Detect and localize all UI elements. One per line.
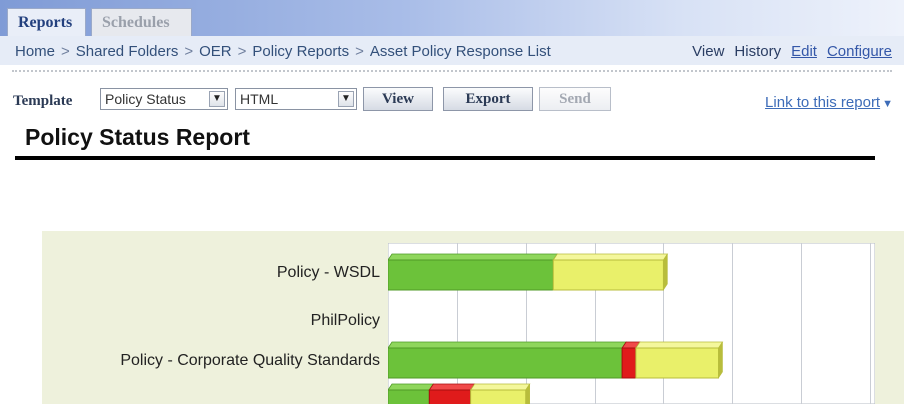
breadcrumb-separator: > <box>61 43 70 60</box>
bar <box>428 389 472 404</box>
breadcrumb-oer[interactable]: OER <box>199 43 232 60</box>
bar-side <box>718 341 723 379</box>
page-title: Policy Status Report <box>25 124 250 150</box>
chevron-down-icon[interactable]: ▼ <box>338 91 354 107</box>
breadcrumb-separator: > <box>355 43 364 60</box>
breadcrumb-current: Asset Policy Response List <box>369 43 551 60</box>
bar-top <box>388 383 435 391</box>
template-select-value: Policy Status <box>105 91 186 107</box>
link-to-report[interactable]: Link to this report ▼ <box>765 94 893 111</box>
export-button[interactable]: Export <box>443 87 533 111</box>
send-button[interactable]: Send <box>539 87 611 111</box>
policy-status-chart <box>388 243 875 404</box>
breadcrumb-shared-folders[interactable]: Shared Folders <box>76 43 179 60</box>
format-select[interactable]: HTML ▼ <box>235 88 357 110</box>
bar <box>388 259 554 291</box>
template-select[interactable]: Policy Status ▼ <box>100 88 228 110</box>
title-rule <box>15 156 875 160</box>
category-label: Policy - Corporate Quality Standards <box>120 352 380 369</box>
breadcrumb: Home > Shared Folders > OER > Policy Reports > A… <box>15 43 551 60</box>
tab-reports[interactable]: Reports <box>7 8 86 36</box>
bar <box>388 389 430 404</box>
configure-link[interactable]: Configure <box>827 43 892 60</box>
breadcrumb-policy-reports[interactable]: Policy Reports <box>252 43 349 60</box>
bar-top <box>428 383 476 391</box>
link-to-report-label[interactable]: Link to this report <box>765 94 880 111</box>
caret-down-icon[interactable]: ▼ <box>882 98 893 110</box>
tab-bar: Reports Schedules <box>0 0 904 36</box>
bar-top <box>388 253 559 261</box>
format-select-value: HTML <box>240 91 279 107</box>
category-label: PhilPolicy <box>310 312 380 329</box>
history-action[interactable]: History <box>734 43 781 60</box>
bar <box>388 347 623 379</box>
template-label: Template <box>13 93 73 109</box>
view-button[interactable]: View <box>363 87 433 111</box>
view-action: View <box>692 43 725 60</box>
report-actions: View History Edit Configure <box>682 43 892 60</box>
chevron-down-icon[interactable]: ▼ <box>209 91 225 107</box>
bar-top <box>388 341 627 349</box>
category-label: Policy - WSDL <box>276 264 380 281</box>
bar-side <box>663 253 668 291</box>
bar-top <box>635 341 724 349</box>
bar <box>635 347 720 379</box>
bar <box>470 389 527 404</box>
dotted-divider <box>12 70 892 72</box>
breadcrumb-bar: Home > Shared Folders > OER > Policy Reports > A… <box>0 36 904 65</box>
bar-top <box>552 253 669 261</box>
breadcrumb-separator: > <box>184 43 194 60</box>
report-toolbar: Template Policy Status ▼ HTML ▼ View Exp… <box>13 86 893 112</box>
bar <box>552 259 664 291</box>
bar <box>621 347 637 379</box>
breadcrumb-separator: > <box>237 43 247 60</box>
tab-schedules[interactable]: Schedules <box>91 8 192 36</box>
bar-top <box>469 383 531 391</box>
breadcrumb-home[interactable]: Home <box>15 43 55 60</box>
edit-link[interactable]: Edit <box>791 43 817 60</box>
